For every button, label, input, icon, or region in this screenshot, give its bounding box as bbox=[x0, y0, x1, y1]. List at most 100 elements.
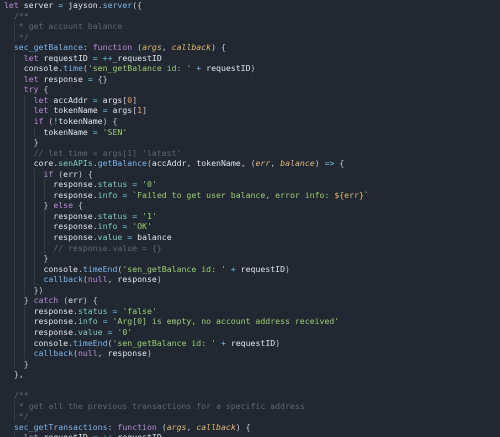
indent-guide bbox=[23, 179, 25, 190]
code-token: ++ bbox=[102, 52, 113, 63]
code-line: try { bbox=[0, 84, 500, 95]
indent-guide bbox=[23, 105, 25, 117]
code-token: response bbox=[53, 232, 93, 243]
code-token: ${err} bbox=[334, 189, 364, 200]
code-line: } bbox=[0, 137, 500, 148]
code-token: value bbox=[77, 326, 103, 337]
code-line: let response = {} bbox=[0, 73, 500, 85]
code-line: response.status = '1' bbox=[0, 210, 500, 222]
code-token: * get all the previous transactions for … bbox=[4, 400, 305, 411]
indent-guide bbox=[33, 210, 35, 222]
code-line: sec_getTransactions: function (args, cal… bbox=[0, 422, 500, 433]
indent-guide bbox=[23, 326, 25, 338]
code-token: {} bbox=[97, 73, 108, 84]
code-line: callback(null, response) bbox=[0, 274, 500, 285]
code-token: response bbox=[53, 189, 93, 200]
code-token: function bbox=[92, 42, 133, 53]
code-token: '1' bbox=[142, 210, 157, 221]
code-line: response.status = 'false' bbox=[0, 305, 500, 317]
code-token: args bbox=[112, 105, 133, 116]
code-line: response.value = '0' bbox=[0, 326, 500, 338]
code-token: requestID bbox=[43, 432, 87, 437]
code-line: core.senAPIs.getBalance(accAddr, tokenNa… bbox=[0, 158, 500, 169]
code-token: { bbox=[112, 116, 118, 127]
code-line: response.info = 'OK' bbox=[0, 221, 500, 233]
code-token: callback bbox=[43, 274, 83, 285]
code-token: console bbox=[23, 63, 59, 74]
code-token: { bbox=[220, 42, 226, 53]
code-line: * get all the previous transactions for … bbox=[0, 400, 500, 412]
code-line: let requestID = ++_requestID bbox=[0, 52, 500, 64]
code-token: */ bbox=[4, 31, 29, 42]
indent-guide bbox=[33, 126, 35, 138]
code-token: err bbox=[68, 295, 83, 306]
code-token: balance bbox=[137, 232, 172, 243]
indent-guide bbox=[23, 263, 25, 275]
code-token: }) bbox=[33, 284, 44, 295]
code-token: response bbox=[53, 179, 93, 190]
code-line: }, bbox=[0, 369, 500, 380]
code-line: } bbox=[0, 253, 500, 264]
indent-guide bbox=[13, 295, 15, 306]
code-token: response bbox=[107, 348, 147, 359]
code-line: // let time = args[1] 'latest' bbox=[0, 147, 500, 159]
indent-guide bbox=[13, 400, 15, 412]
indent-guide bbox=[13, 284, 15, 296]
code-token: response bbox=[33, 326, 74, 337]
code-token: response bbox=[33, 316, 74, 327]
code-token: callback bbox=[196, 421, 236, 432]
code-line: }) bbox=[0, 284, 500, 296]
indent-guide bbox=[43, 232, 45, 243]
code-token: _requestID bbox=[112, 52, 162, 63]
code-token: /** bbox=[4, 10, 29, 21]
indent-guide bbox=[13, 232, 15, 243]
code-token: `Failed to get user balance, error info: bbox=[132, 189, 335, 200]
code-token: args bbox=[166, 421, 187, 432]
code-token: let bbox=[23, 52, 39, 63]
code-token: requestID bbox=[206, 63, 251, 74]
code-line: } catch (err) { bbox=[0, 295, 500, 306]
indent-guide bbox=[13, 31, 15, 43]
code-token: value bbox=[97, 232, 123, 243]
code-token: timeEnd bbox=[73, 337, 108, 348]
code-line: // response.value = {} bbox=[0, 242, 500, 254]
code-line: sec_getBalance: function (args, callback… bbox=[0, 42, 500, 53]
code-token: ) bbox=[146, 348, 152, 359]
code-token: ) bbox=[285, 263, 290, 274]
indent-guide bbox=[33, 263, 35, 275]
indent-guide bbox=[23, 305, 25, 317]
indent-guide bbox=[13, 316, 15, 327]
code-token: accAddr bbox=[53, 94, 88, 105]
code-line: let accAddr = args[0] bbox=[0, 94, 500, 106]
indent-guide bbox=[13, 242, 15, 254]
code-editor[interactable]: let server = jayson.server({ /** * get a… bbox=[0, 0, 500, 437]
indent-guide bbox=[23, 158, 25, 169]
indent-guide bbox=[23, 348, 25, 359]
code-token: '0' bbox=[117, 326, 133, 337]
code-token: status bbox=[97, 179, 128, 190]
code-line: let tokenName = args[1] bbox=[0, 105, 500, 117]
indent-guide bbox=[23, 126, 25, 138]
code-line: response.status = '0' bbox=[0, 179, 500, 190]
code-token: let bbox=[4, 0, 19, 10]
code-token: else bbox=[53, 200, 74, 211]
indent-guide bbox=[13, 274, 15, 285]
indent-guide bbox=[13, 63, 15, 74]
code-token: requestID bbox=[230, 337, 276, 348]
code-line: /** bbox=[0, 390, 500, 401]
code-token: err bbox=[255, 158, 271, 169]
indent-guide bbox=[23, 137, 25, 148]
code-token: response bbox=[53, 221, 93, 232]
indent-guide bbox=[23, 337, 25, 349]
code-token: if bbox=[43, 168, 54, 179]
indent-guide bbox=[23, 200, 25, 211]
code-token: }, bbox=[13, 369, 24, 380]
